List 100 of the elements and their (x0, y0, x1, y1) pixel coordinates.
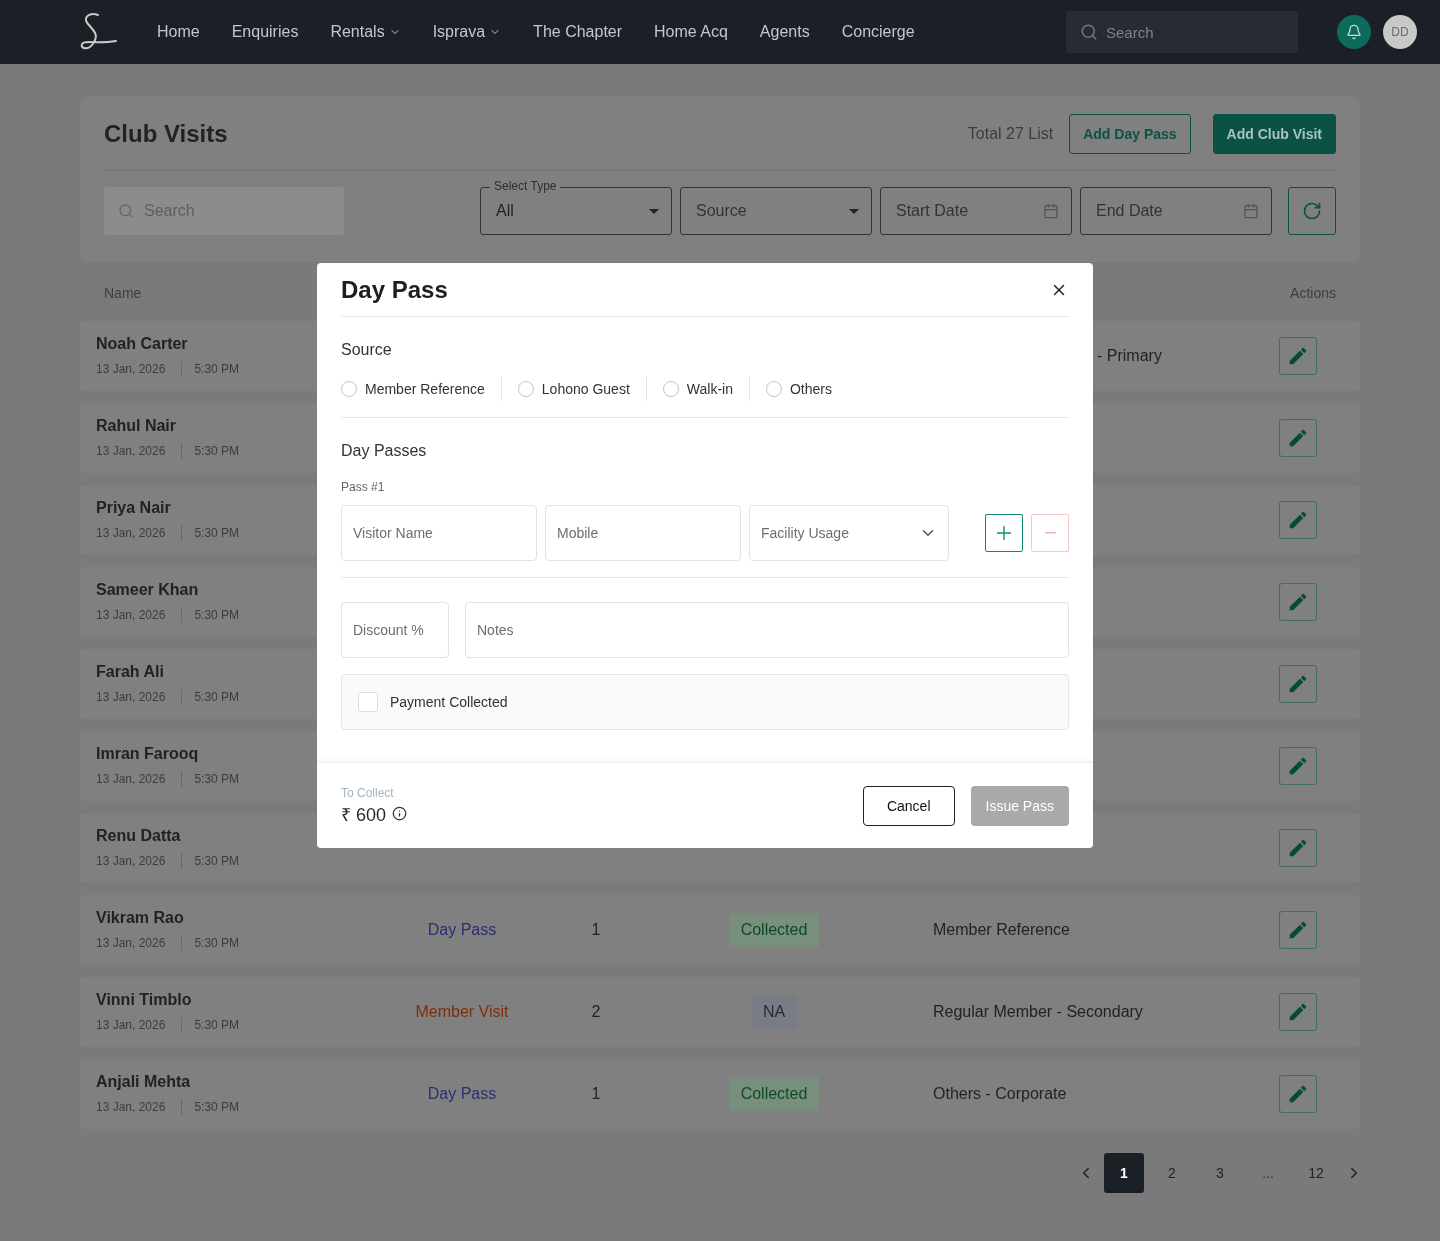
edit-button[interactable] (1279, 993, 1317, 1031)
edit-button[interactable] (1279, 583, 1317, 621)
bell-icon (1346, 24, 1362, 40)
pencil-icon (1287, 673, 1309, 695)
visit-date: 13 Jan, 2026 (96, 854, 166, 868)
page-button[interactable]: 2 (1152, 1153, 1192, 1193)
radio-label: Member Reference (365, 381, 485, 397)
notification-button[interactable] (1337, 15, 1371, 49)
discount-field[interactable]: Discount % (341, 602, 449, 658)
visitor-name: Sameer Khan (96, 581, 199, 599)
amount-text: ₹ 600 (341, 803, 387, 826)
visit-date: 13 Jan, 2026 (96, 526, 166, 540)
nav-link[interactable]: Isprava (432, 23, 502, 41)
visit-date: 13 Jan, 2026 (96, 362, 166, 376)
pencil-icon (1287, 427, 1309, 449)
visit-time: 5:30 PM (194, 362, 240, 376)
visit-time: 5:30 PM (194, 444, 240, 458)
edit-button[interactable] (1279, 501, 1317, 539)
calendar-icon (1243, 203, 1259, 219)
edit-button[interactable] (1279, 829, 1317, 867)
pencil-icon (1287, 919, 1309, 941)
edit-button[interactable] (1279, 911, 1317, 949)
visitor-name-field[interactable]: Visitor Name (341, 505, 537, 561)
column-header: Name (104, 284, 142, 301)
nav-link[interactable]: Rentals (330, 23, 401, 41)
page-button[interactable]: 12 (1296, 1153, 1336, 1193)
visit-time: 5:30 PM (194, 936, 240, 950)
guest-count: 1 (591, 1085, 601, 1103)
nav-link[interactable]: Enquiries (231, 23, 299, 41)
guest-count: 1 (591, 921, 601, 939)
visitor-name: Farah Ali (96, 663, 164, 681)
visitor-name: Renu Datta (96, 827, 181, 845)
add-pass-button[interactable] (985, 514, 1023, 552)
mobile-field[interactable]: Mobile (545, 505, 741, 561)
radio-label: Others (789, 381, 832, 397)
edit-button[interactable] (1279, 1075, 1317, 1113)
nav-link[interactable]: Home (157, 23, 200, 41)
refresh-button[interactable] (1288, 187, 1336, 235)
pencil-icon (1287, 837, 1309, 859)
add-club-visit-button[interactable]: Add Club Visit (1212, 114, 1336, 154)
cancel-button[interactable]: Cancel (862, 785, 955, 826)
start-date-field[interactable]: Start Date (880, 187, 1072, 235)
search-icon (1080, 23, 1098, 41)
visit-date: 13 Jan, 2026 (96, 690, 166, 704)
payment-collected-option[interactable]: Payment Collected (341, 674, 1069, 730)
visitor-name: Vikram Rao (96, 909, 184, 927)
visit-date: 13 Jan, 2026 (96, 936, 166, 950)
guest-count: 2 (591, 1003, 601, 1021)
source-select[interactable]: Source (680, 187, 872, 235)
visit-date: 13 Jan, 2026 (96, 444, 166, 458)
search-field[interactable]: Search (1066, 11, 1298, 53)
page-button[interactable]: 3 (1200, 1153, 1240, 1193)
visitor-name: Imran Farooq (96, 745, 199, 763)
edit-button[interactable] (1279, 419, 1317, 457)
visitor-name: Priya Nair (96, 499, 171, 517)
visit-date: 13 Jan, 2026 (96, 1018, 166, 1032)
user-avatar[interactable]: DD (1383, 15, 1417, 49)
edit-button[interactable] (1279, 337, 1317, 375)
nav-link[interactable]: Concierge (841, 23, 915, 41)
checkbox[interactable] (358, 692, 378, 712)
nav-link[interactable]: Home Acq (654, 23, 728, 41)
payment-status: Collected (728, 1077, 820, 1111)
radio-label: Lohono Guest (541, 381, 630, 397)
radio-label: Walk-in (686, 381, 733, 397)
total-count: Total 27 List (967, 125, 1054, 143)
visit-time: 5:30 PM (194, 1100, 240, 1114)
visit-type: Day Pass (427, 1085, 497, 1103)
minus-icon (1044, 532, 1056, 534)
visit-source: Member Reference (933, 921, 1070, 938)
visit-date: 13 Jan, 2026 (96, 772, 166, 786)
dropdown-icon (649, 208, 659, 214)
visitor-name: Anjali Mehta (96, 1073, 191, 1091)
visit-time: 5:30 PM (194, 526, 240, 540)
visit-type: Member Visit (415, 1003, 509, 1021)
payment-status: Collected (728, 913, 820, 947)
visitor-name: Noah Carter (96, 335, 188, 353)
visit-time: 5:30 PM (194, 772, 240, 786)
end-date-field[interactable]: End Date (1080, 187, 1272, 235)
visit-source: Others - Corporate (933, 1085, 1067, 1102)
facility-usage-select[interactable]: Facility Usage (749, 505, 949, 561)
nav-link[interactable]: The Chapter (533, 23, 623, 41)
section-label: Source (341, 341, 393, 359)
calendar-icon (1043, 203, 1059, 219)
search-icon (118, 203, 134, 219)
visit-date: 13 Jan, 2026 (96, 1100, 166, 1114)
visit-time: 5:30 PM (194, 854, 240, 868)
edit-button[interactable] (1279, 665, 1317, 703)
visit-time: 5:30 PM (194, 1018, 240, 1032)
notes-field[interactable]: Notes (465, 602, 1069, 658)
nav-link[interactable]: Agents (759, 23, 810, 41)
info-icon[interactable] (392, 806, 408, 821)
pencil-icon (1287, 1083, 1309, 1105)
pencil-icon (1287, 755, 1309, 777)
pencil-icon (1287, 509, 1309, 531)
visit-time: 5:30 PM (194, 608, 240, 622)
page-button[interactable]: 1 (1104, 1153, 1144, 1193)
visitor-name: Rahul Nair (96, 417, 176, 435)
column-header: Actions (1290, 284, 1336, 301)
edit-button[interactable] (1279, 747, 1317, 785)
pencil-icon (1287, 1001, 1309, 1023)
